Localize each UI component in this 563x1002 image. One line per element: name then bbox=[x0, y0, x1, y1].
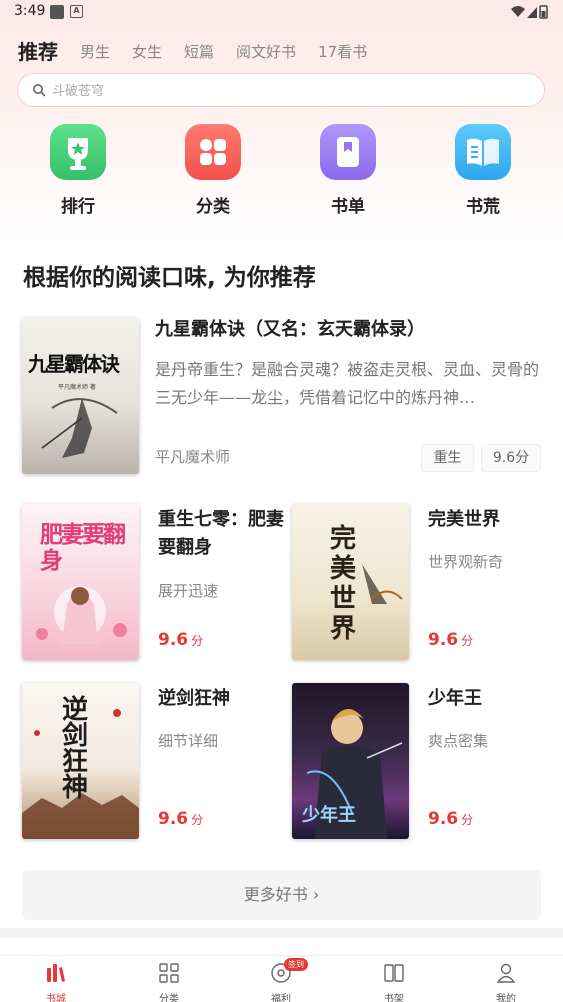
app-notification-icon: A bbox=[70, 5, 83, 18]
book-title[interactable]: 少年王 bbox=[428, 685, 558, 713]
book-title[interactable]: 完美世界 bbox=[428, 506, 558, 534]
quick-label-booklist: 书单 bbox=[331, 197, 365, 217]
book-score-unit: 分 bbox=[461, 813, 474, 827]
nav-bookshelf[interactable]: 书架 bbox=[364, 962, 424, 1002]
nav-label: 分类 bbox=[159, 994, 179, 1002]
quick-item-category[interactable]: 分类 bbox=[173, 124, 253, 224]
tab-male[interactable]: 男生 bbox=[80, 42, 110, 64]
bookshelf-icon bbox=[384, 964, 404, 982]
book-score-unit: 分 bbox=[191, 813, 204, 827]
quick-item-rank[interactable]: 排行 bbox=[38, 124, 118, 224]
featured-cover-author: 平凡魔术师 著 bbox=[58, 384, 96, 391]
featured-author: 平凡魔术师 bbox=[155, 448, 231, 466]
user-icon bbox=[496, 963, 516, 983]
more-books-button[interactable]: 更多好书 › bbox=[22, 870, 541, 920]
tab-yuewen[interactable]: 阅文好书 bbox=[236, 42, 296, 64]
quick-label-bookshortage: 书荒 bbox=[466, 197, 500, 217]
nav-label: 书城 bbox=[46, 994, 66, 1002]
featured-cover[interactable]: 九星霸体诀 平凡魔术师 著 bbox=[22, 318, 139, 474]
book-score-value: 9.6 bbox=[158, 809, 189, 829]
category-tabs: 推荐 男生 女生 短篇 阅文好书 17看书 bbox=[18, 34, 389, 64]
open-book-icon bbox=[455, 124, 511, 180]
tab-17kan[interactable]: 17看书 bbox=[318, 42, 367, 64]
book-score: 9.6 分 bbox=[428, 809, 473, 829]
section-title: 根据你的阅读口味, 为你推荐 bbox=[23, 265, 316, 291]
bottom-nav: 书城 分类 福利 书架 我的 bbox=[0, 955, 563, 1002]
search-input[interactable] bbox=[52, 80, 522, 102]
book-cover[interactable]: 少年王 bbox=[292, 683, 409, 839]
book-desc: 爽点密集 bbox=[428, 732, 489, 750]
featured-title[interactable]: 九星霸体诀（又名：玄天霸体录） bbox=[155, 317, 550, 343]
book-cover-title: 完美世界 bbox=[330, 524, 357, 644]
quick-item-booklist[interactable]: 书单 bbox=[308, 124, 388, 224]
tab-female[interactable]: 女生 bbox=[132, 42, 162, 64]
grid-icon bbox=[185, 124, 241, 180]
book-score: 9.6 分 bbox=[428, 630, 473, 650]
nav-category[interactable]: 分类 bbox=[139, 962, 199, 1002]
search-icon bbox=[33, 84, 46, 97]
quick-nav: 排行 分类 书单 书荒 bbox=[0, 124, 563, 224]
tab-recommend[interactable]: 推荐 bbox=[18, 40, 58, 64]
book-list-icon bbox=[320, 124, 376, 180]
book-title[interactable]: 重生七零：肥妻要翻身 bbox=[158, 506, 288, 562]
book-desc: 展开迅速 bbox=[158, 582, 219, 600]
featured-tag-score: 9.6分 bbox=[481, 444, 541, 472]
book-score-value: 9.6 bbox=[158, 630, 189, 650]
featured-tag-genre[interactable]: 重生 bbox=[421, 444, 474, 472]
book-desc: 世界观新奇 bbox=[428, 553, 504, 571]
notification-icon bbox=[50, 5, 64, 19]
nav-label: 书架 bbox=[384, 994, 404, 1002]
trophy-icon bbox=[50, 124, 106, 180]
nav-label: 福利 bbox=[271, 994, 291, 1002]
nav-profile[interactable]: 我的 bbox=[476, 962, 536, 1002]
featured-cover-title: 九星霸体诀 bbox=[28, 352, 120, 376]
wifi-icon bbox=[511, 6, 525, 17]
book-score: 9.6 分 bbox=[158, 809, 203, 829]
book-cover[interactable]: 完美世界 bbox=[292, 504, 409, 660]
quick-label-category: 分类 bbox=[196, 197, 230, 217]
grid-icon bbox=[159, 963, 179, 983]
book-desc: 细节详细 bbox=[158, 732, 219, 750]
book-score-unit: 分 bbox=[461, 634, 474, 648]
quick-item-bookshortage[interactable]: 书荒 bbox=[443, 124, 523, 224]
book-title[interactable]: 逆剑狂神 bbox=[158, 685, 288, 713]
book-cover[interactable]: 逆剑狂神 bbox=[22, 683, 139, 839]
nav-label: 我的 bbox=[496, 994, 516, 1002]
quick-label-rank: 排行 bbox=[61, 197, 95, 217]
book-cover[interactable]: 肥妻要翻身 bbox=[22, 504, 139, 660]
status-icons bbox=[511, 5, 548, 19]
status-bar: 3:49 A bbox=[0, 0, 563, 26]
book-score-unit: 分 bbox=[191, 634, 204, 648]
book-cover-title: 少年王 bbox=[302, 805, 356, 826]
section-divider bbox=[0, 928, 563, 938]
book-score-value: 9.6 bbox=[428, 809, 459, 829]
book-score-value: 9.6 bbox=[428, 630, 459, 650]
tab-short[interactable]: 短篇 bbox=[184, 42, 214, 64]
status-time: 3:49 bbox=[14, 3, 46, 19]
book-cover-title: 肥妻要翻身 bbox=[40, 521, 126, 574]
signal-icon bbox=[527, 7, 537, 18]
nav-bookstore[interactable]: 书城 bbox=[26, 962, 86, 1002]
search-bar[interactable] bbox=[17, 73, 545, 107]
featured-description: 是丹帝重生？是融合灵魂？被盗走灵根、灵血、灵骨的三无少年——龙尘，凭借着记忆中的… bbox=[155, 360, 540, 407]
bookstore-icon bbox=[47, 964, 65, 982]
checkin-badge: 签到 bbox=[284, 958, 308, 971]
book-cover-title: 逆剑狂神 bbox=[62, 695, 89, 803]
book-score: 9.6 分 bbox=[158, 630, 203, 650]
